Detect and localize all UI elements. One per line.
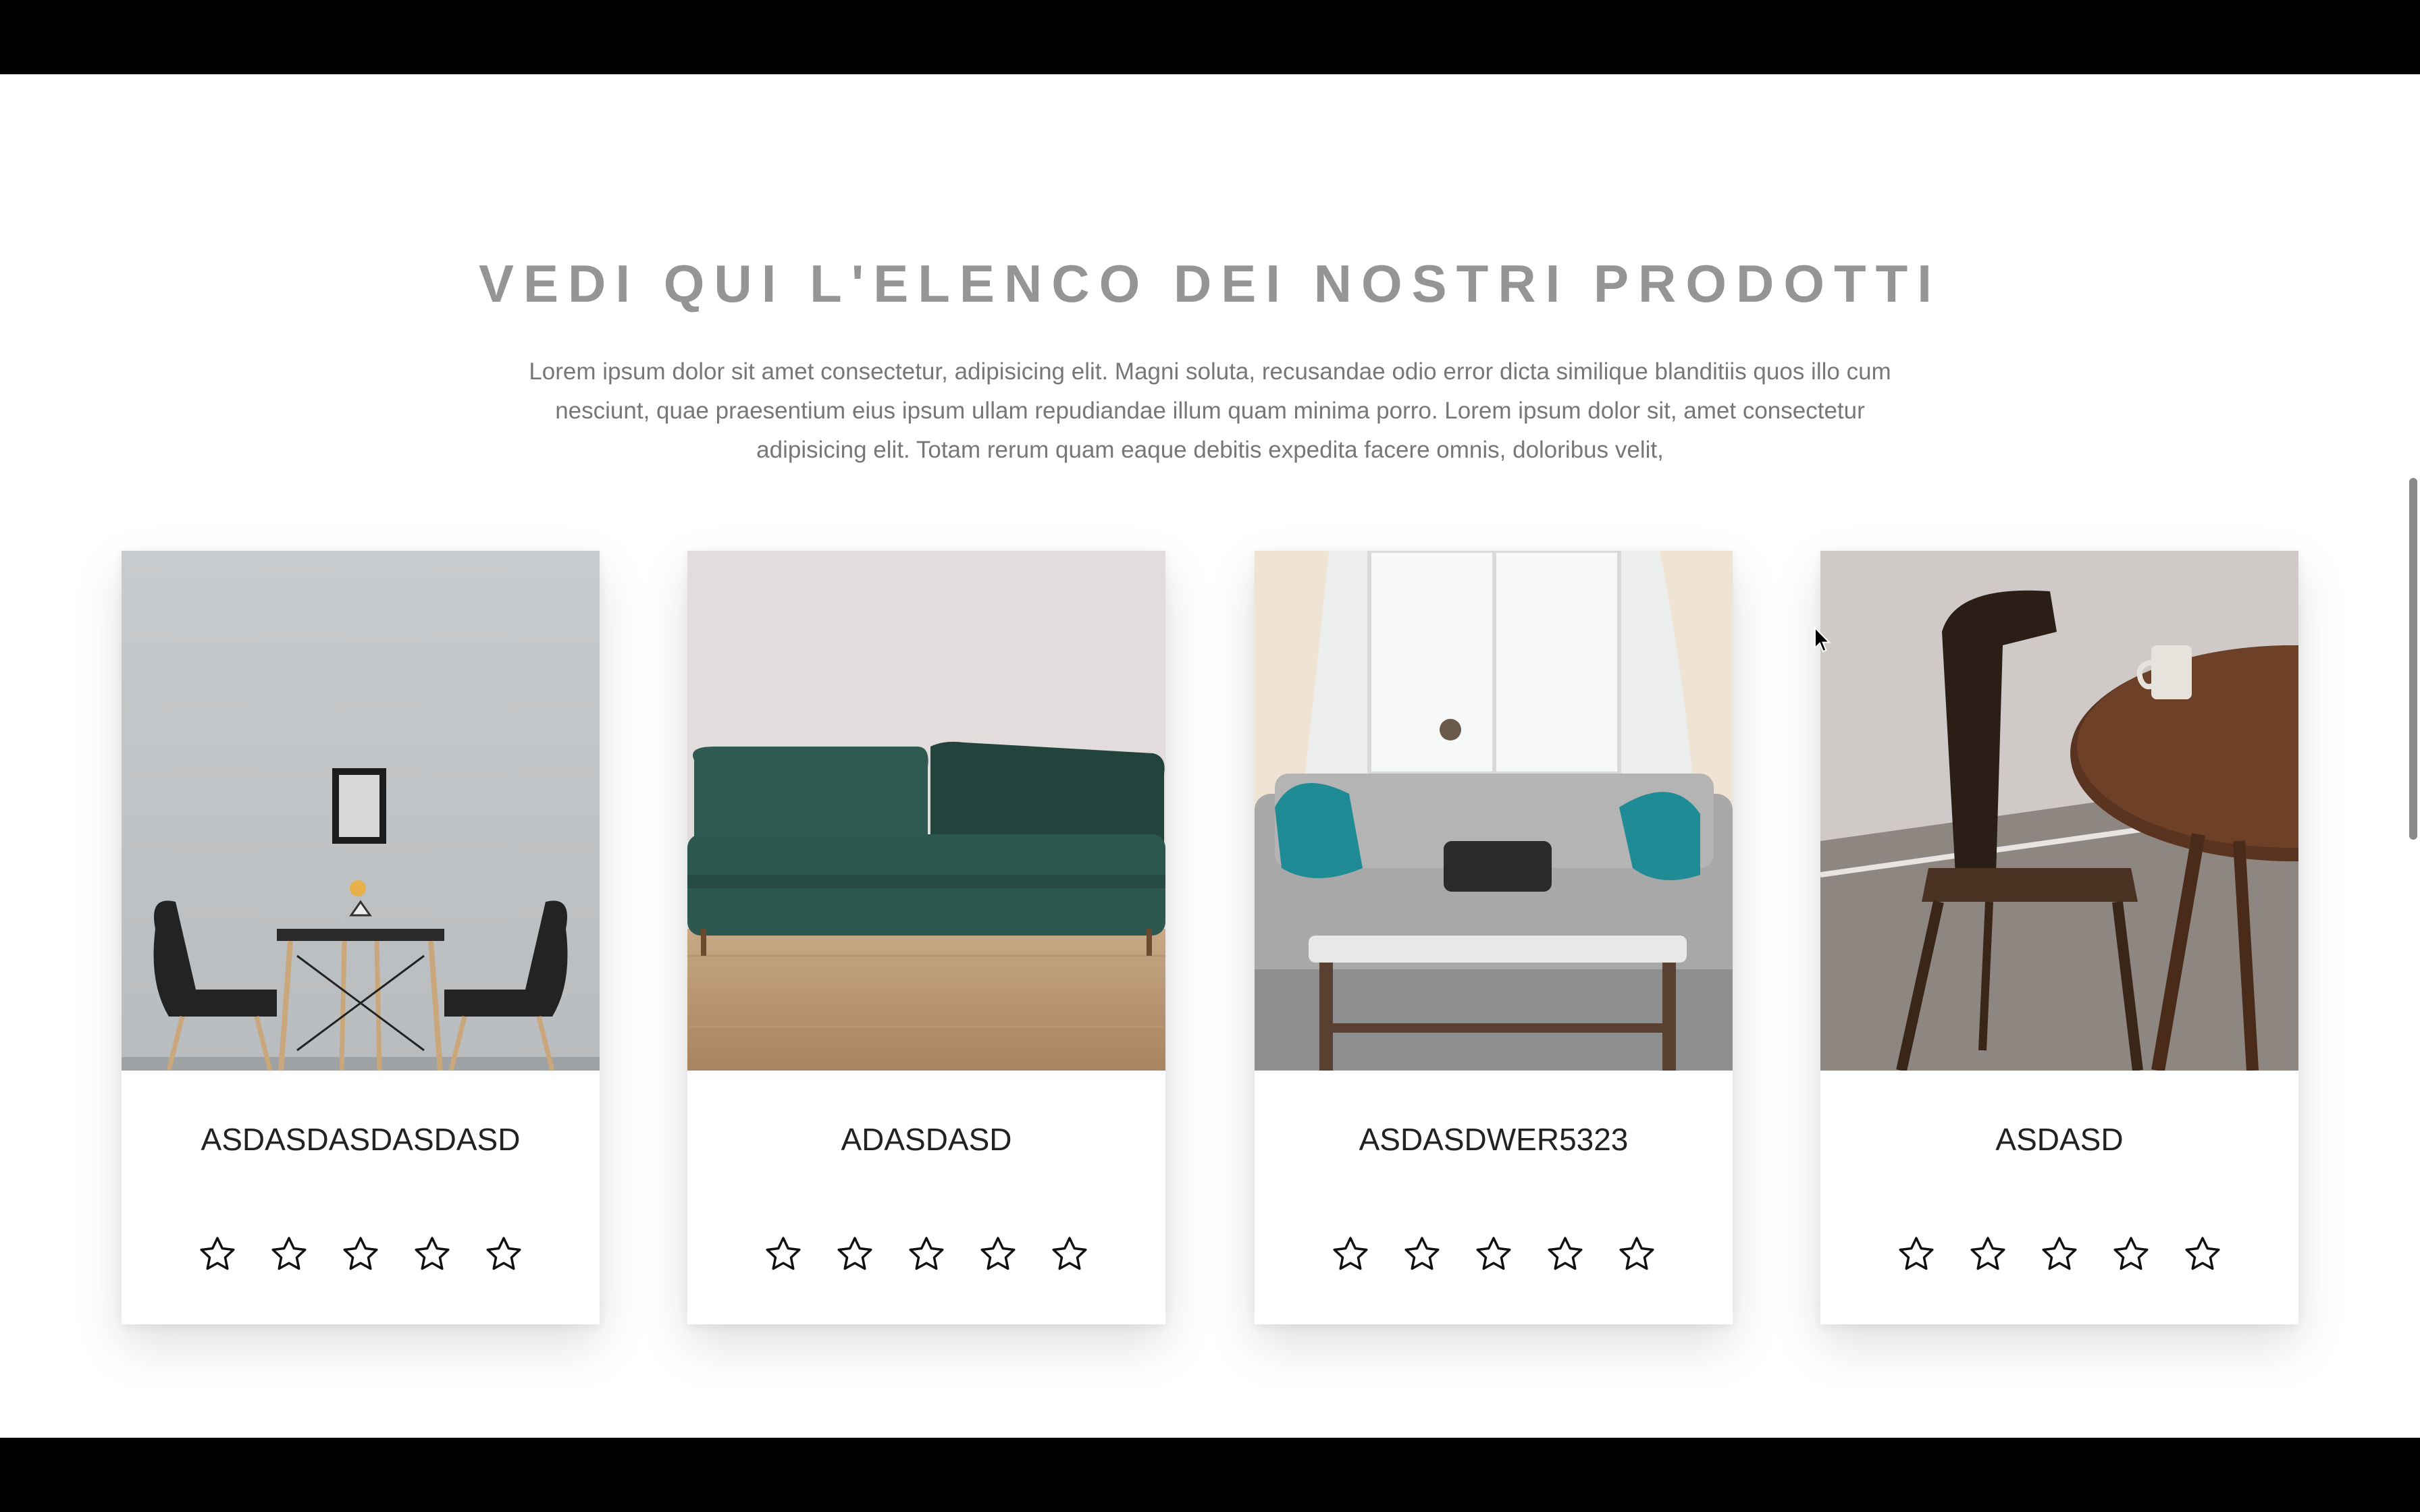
product-card[interactable]: ASDASDWER5323	[1255, 551, 1733, 1324]
star-icon[interactable]	[835, 1234, 875, 1274]
star-icon[interactable]	[340, 1234, 381, 1274]
star-icon[interactable]	[197, 1234, 238, 1274]
star-icon[interactable]	[1402, 1234, 1442, 1274]
product-image-dining-chairs[interactable]	[122, 551, 600, 1071]
screen: VEDI QUI L'ELENCO DEI NOSTRI PRODOTTI Lo…	[0, 0, 2420, 1512]
product-name: ADASDASD	[841, 1122, 1012, 1157]
product-card[interactable]: ASDASD	[1820, 551, 2298, 1324]
star-icon[interactable]	[2182, 1234, 2223, 1274]
star-icon[interactable]	[269, 1234, 309, 1274]
rating-stars	[687, 1234, 1165, 1274]
product-name: ASDASD	[1995, 1122, 2124, 1157]
star-icon[interactable]	[1545, 1234, 1585, 1274]
product-card[interactable]: ADASDASD	[687, 551, 1165, 1324]
star-icon[interactable]	[2039, 1234, 2080, 1274]
scrollbar-thumb[interactable]	[2409, 478, 2417, 840]
product-image-grey-sofa[interactable]	[1255, 551, 1733, 1071]
star-icon[interactable]	[906, 1234, 947, 1274]
star-icon[interactable]	[1896, 1234, 1937, 1274]
product-image-green-sofa[interactable]	[687, 551, 1165, 1071]
star-icon[interactable]	[1330, 1234, 1371, 1274]
star-icon[interactable]	[2111, 1234, 2151, 1274]
star-icon[interactable]	[1473, 1234, 1514, 1274]
star-icon[interactable]	[412, 1234, 452, 1274]
rating-stars	[1820, 1234, 2298, 1274]
star-icon[interactable]	[1616, 1234, 1657, 1274]
star-icon[interactable]	[1968, 1234, 2008, 1274]
scrollbar[interactable]	[2405, 74, 2420, 1438]
product-name: ASDASDASDASDASD	[201, 1122, 521, 1157]
star-icon[interactable]	[978, 1234, 1018, 1274]
rating-stars	[1255, 1234, 1733, 1274]
rating-stars	[122, 1234, 600, 1274]
star-icon[interactable]	[483, 1234, 524, 1274]
product-card[interactable]: ASDASDASDASDASD	[122, 551, 600, 1324]
star-icon[interactable]	[1049, 1234, 1090, 1274]
product-name: ASDASDWER5323	[1359, 1122, 1629, 1157]
mouse-cursor-icon	[1814, 626, 1831, 653]
section-description: Lorem ipsum dolor sit amet consectetur, …	[529, 358, 1891, 463]
section-title: VEDI QUI L'ELENCO DEI NOSTRI PRODOTTI	[479, 254, 1941, 313]
product-grid: ASDASDASDASDASD ADASDASD ASDASDWER5323 A…	[122, 551, 2298, 1324]
product-image-wooden-chair[interactable]	[1820, 551, 2298, 1071]
star-icon[interactable]	[763, 1234, 804, 1274]
products-section: VEDI QUI L'ELENCO DEI NOSTRI PRODOTTI Lo…	[0, 74, 2420, 1438]
